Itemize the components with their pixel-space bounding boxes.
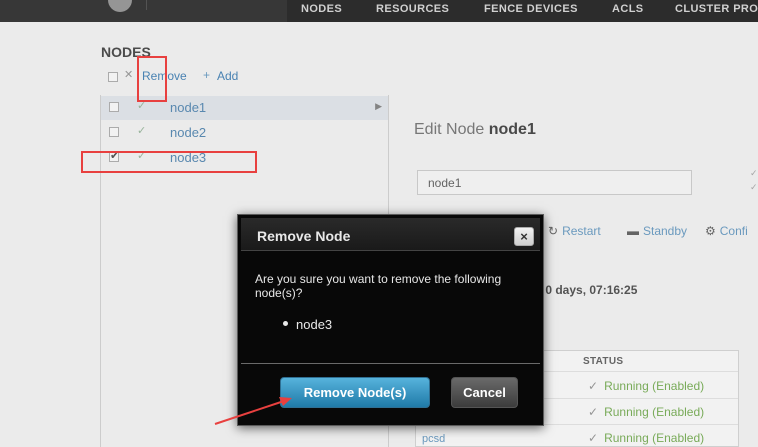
standby-action[interactable]: ▬ Standby (627, 224, 687, 238)
divider (146, 0, 147, 10)
node-row-node3[interactable]: ✓ node3 (101, 146, 388, 170)
nav-tab-resources[interactable]: RESOURCES (376, 3, 449, 15)
chevron-right-icon: ▶ (375, 101, 382, 111)
remove-nodes-button[interactable]: Remove Node(s) (280, 377, 430, 408)
restart-action[interactable]: ↻ Restart (548, 224, 601, 238)
add-icon: + (203, 68, 211, 82)
dialog-divider (241, 363, 540, 364)
edit-node-title-prefix: Edit Node (414, 121, 485, 138)
node-row-checkbox[interactable] (109, 102, 119, 112)
node-status-check-icon: ✓ (137, 125, 147, 137)
configure-action[interactable]: ⚙ Confi (705, 224, 748, 238)
top-bar: NODES RESOURCES FENCE DEVICES ACLS CLUST… (0, 0, 758, 22)
restart-icon: ↻ (548, 224, 559, 238)
service-status: ✓ Running (Enabled) (588, 379, 705, 393)
service-status: ✓ Running (Enabled) (588, 405, 705, 419)
configure-icon: ⚙ (705, 224, 716, 238)
standby-icon: ▬ (627, 224, 639, 238)
dialog-title: Remove Node (257, 228, 351, 244)
check-icon: ✓ (588, 431, 599, 445)
node-status-check-icon: ✓ (137, 150, 147, 162)
select-all-checkbox[interactable] (108, 72, 118, 82)
configure-label: Confi (719, 224, 748, 238)
check-icon: ✓ (588, 379, 599, 393)
nodes-heading: NODES (101, 44, 151, 60)
remove-button[interactable]: Remove (142, 69, 187, 83)
service-status: ✓ Running (Enabled) (588, 431, 705, 445)
remove-node-dialog: Remove Node × Are you sure you want to r… (237, 214, 544, 426)
node-row-checkbox[interactable] (109, 127, 119, 137)
status-column-header: STATUS (583, 356, 624, 367)
edit-node-title: Edit Node node1 (414, 121, 536, 139)
nav-tab-cluster-properties[interactable]: CLUSTER PRO (675, 3, 758, 15)
top-nav: NODES RESOURCES FENCE DEVICES ACLS CLUST… (287, 0, 758, 22)
edit-node-title-name: node1 (488, 121, 536, 138)
node-status-check-icon: ✓ (137, 100, 147, 112)
check-icon: ✓ (588, 405, 599, 419)
node-row-node2[interactable]: ✓ node2 (101, 121, 388, 145)
node-uptime: : 0 days, 07:16:25 (538, 283, 638, 297)
node-name: node3 (170, 150, 207, 165)
node-name: node2 (170, 125, 207, 140)
node-name: node1 (170, 100, 207, 115)
dialog-list-item: node3 (283, 317, 332, 332)
node-row-node1[interactable]: ✓ node1 ▶ (101, 96, 388, 120)
node-name-field[interactable]: node1 (417, 170, 692, 195)
bullet-icon (283, 321, 288, 327)
cancel-button[interactable]: Cancel (451, 377, 518, 408)
nav-tab-fence-devices[interactable]: FENCE DEVICES (484, 3, 578, 15)
restart-label: Restart (562, 224, 601, 238)
remove-icon: ✕ (124, 69, 134, 81)
logo-icon (108, 0, 132, 12)
add-button[interactable]: Add (217, 69, 238, 83)
dialog-header: Remove Node × (241, 218, 540, 251)
node-row-checkbox[interactable] (109, 149, 119, 162)
standby-label: Standby (643, 224, 688, 238)
dialog-item-name: node3 (296, 317, 333, 332)
side-check-icons: ✓ ✓ (750, 168, 758, 192)
nav-tab-nodes[interactable]: NODES (301, 3, 342, 15)
service-name[interactable]: pcsd (422, 433, 445, 445)
nav-tab-acls[interactable]: ACLS (612, 3, 644, 15)
dialog-message: Are you sure you want to remove the foll… (255, 272, 502, 300)
close-icon[interactable]: × (514, 227, 534, 246)
